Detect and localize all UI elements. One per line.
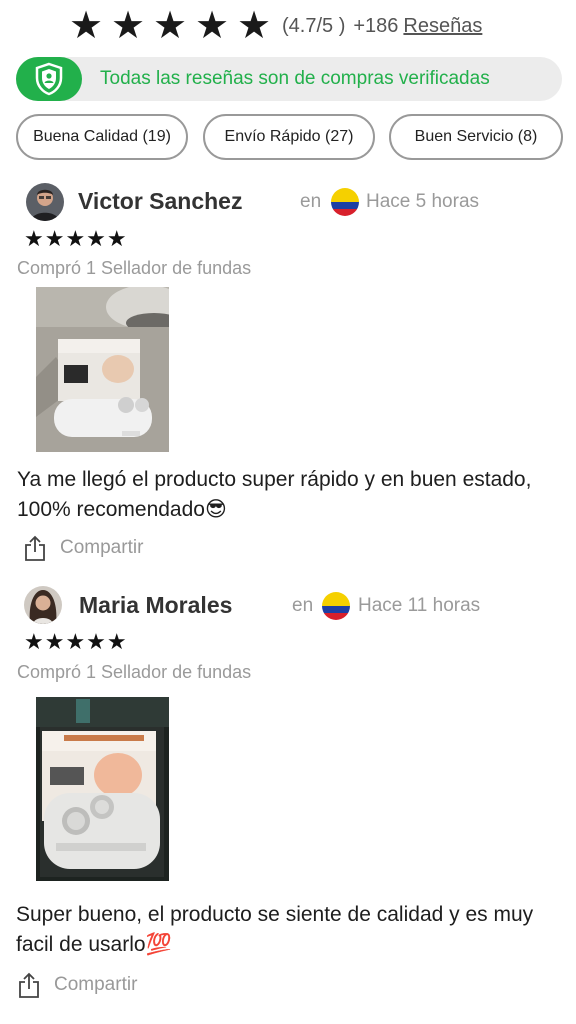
star-icon: ★ — [68, 5, 104, 47]
star-icons: ★★★★★ — [24, 629, 128, 654]
share-label: Compartir — [54, 974, 138, 995]
review-count: +186 — [353, 14, 399, 37]
purchased-item: Compró 1 Sellador de fundas — [17, 662, 252, 682]
star-icon: ★ — [236, 5, 272, 47]
reviews-link[interactable]: Reseñas — [403, 15, 482, 38]
star-icon: ★ — [110, 5, 146, 47]
tag-envio-rapido[interactable]: Envío Rápido (27) — [203, 114, 375, 160]
in-label: en — [292, 595, 314, 616]
shield-user-icon — [16, 57, 82, 101]
star-icon: ★ — [152, 5, 188, 47]
reviews-page: ★ ★ ★ ★ ★ (4.7/5 ) +186 Reseñas Todas la… — [0, 0, 576, 1024]
share-icon — [19, 972, 39, 998]
purchased-item: Compró 1 Sellador de fundas — [17, 258, 252, 278]
review-time: Hace 5 horas — [366, 191, 480, 212]
star-icons: ★★★★★ — [24, 226, 128, 251]
review-stars: ★★★★★ — [24, 629, 128, 655]
review-photo[interactable] — [36, 697, 169, 881]
tag-buen-servicio[interactable]: Buen Servicio (8) — [389, 114, 563, 160]
share-button[interactable]: Compartir — [22, 534, 143, 562]
rating-summary: ★ ★ ★ ★ ★ (4.7/5 ) +186 Reseñas — [66, 6, 482, 46]
review-time: Hace 11 horas — [358, 595, 481, 616]
reviewer-name: Victor Sanchez — [78, 188, 243, 214]
reviewer-name: Maria Morales — [79, 592, 233, 618]
review-tags: Buena Calidad (19) Envío Rápido (27) Bue… — [16, 114, 563, 160]
colombia-flag-icon — [322, 592, 350, 620]
colombia-flag-icon — [331, 188, 359, 216]
share-label: Compartir — [60, 537, 144, 558]
review-stars: ★★★★★ — [24, 226, 128, 252]
verified-text: Todas las reseñas son de compras verific… — [100, 68, 490, 89]
avatar — [24, 586, 62, 624]
review-text: Ya me llegó el producto super rápido y e… — [17, 468, 532, 521]
verified-purchases-banner: Todas las reseñas son de compras verific… — [16, 57, 562, 101]
rating-stars: ★ ★ ★ ★ ★ — [66, 7, 274, 45]
review-text: Super bueno, el producto se siente de ca… — [16, 903, 534, 956]
star-icon: ★ — [194, 5, 230, 47]
review-photo[interactable] — [36, 287, 169, 452]
tag-buena-calidad[interactable]: Buena Calidad (19) — [16, 114, 188, 160]
share-icon — [25, 535, 45, 561]
share-button[interactable]: Compartir — [16, 971, 137, 999]
avatar — [26, 183, 64, 221]
in-label: en — [300, 191, 322, 212]
rating-score: (4.7/5 ) — [282, 14, 346, 37]
